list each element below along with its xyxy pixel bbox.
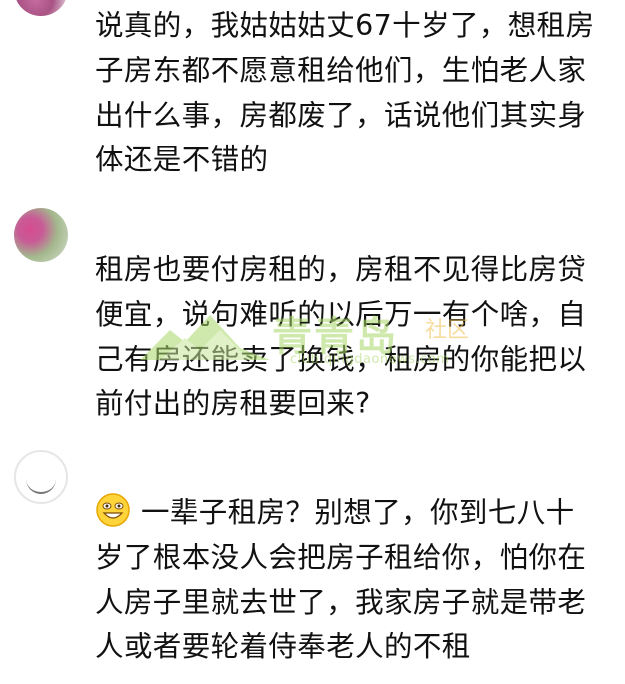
comment-line: 体还是不错的 (95, 143, 269, 177)
comment-line: 岁了根本没人会把房子租给你，怕你在 (95, 540, 587, 574)
user-avatar[interactable] (14, 450, 68, 504)
smile-icon (26, 474, 56, 494)
comment-line: 租房也要付房租的，房租不见得比房贷 (95, 253, 587, 286)
comment-line: 出什么事，房都废了，话说他们其实身 (95, 98, 587, 132)
comment-line: 子房东都不愿意租给他们，生怕老人家 (95, 53, 587, 87)
comment-line: 便宜，说句难听的以后万一有个啥，自 (95, 297, 587, 331)
grin-emoji-icon (96, 493, 130, 527)
user-avatar[interactable] (14, 0, 68, 16)
comment-line: 说真的，我姑姑姑丈67十岁了，想租房 (95, 9, 595, 42)
comment-line: 一辈子租房？别想了，你到七八十 (95, 491, 620, 536)
comment-line: 己有房还能卖了换钱，租房的你能把以 (95, 342, 587, 376)
comment-text: 一辈子租房？别想了，你到七八十 岁了根本没人会把房子租给你，怕你在 人房子里就去… (95, 491, 620, 670)
comment-line: 前付出的房租要回来? (95, 387, 371, 421)
comment-text: 说真的，我姑姑姑丈67十岁了，想租房 子房东都不愿意租给他们，生怕老人家 出什么… (95, 4, 620, 183)
user-avatar[interactable] (14, 208, 68, 262)
comment-line: 人房子里就去世了，我家房子就是带老 (95, 585, 587, 619)
comment-line-text: 一辈子租房？别想了，你到七八十 (141, 496, 575, 529)
comment-line: 人或者要轮着侍奉老人的不租 (95, 630, 471, 664)
comment-text: 租房也要付房租的，房租不见得比房贷 便宜，说句难听的以后万一有个啥，自 己有房还… (95, 248, 620, 427)
